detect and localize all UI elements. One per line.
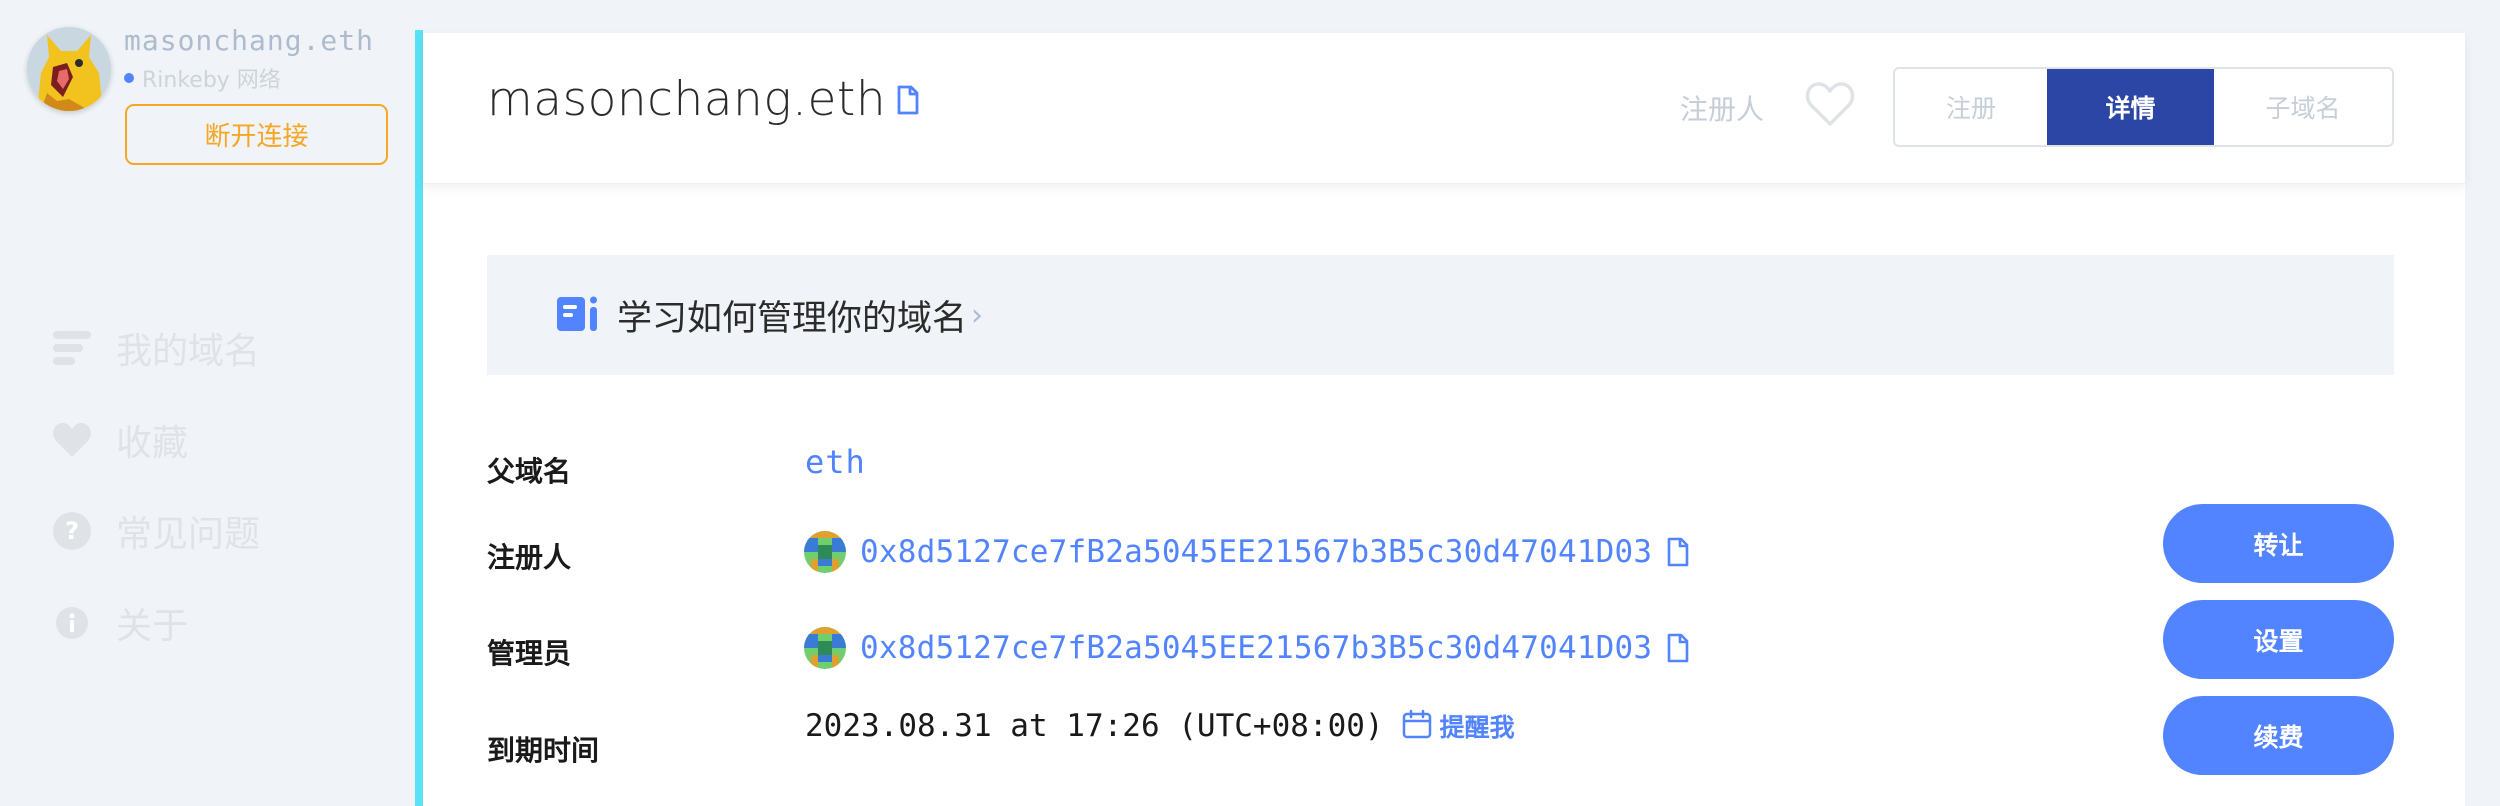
- registrant-address-row: 0x8d5127ce7fB2a5045EE21567b3B5c30d47041D…: [804, 531, 1690, 573]
- question-icon: ?: [52, 511, 92, 551]
- controller-address[interactable]: 0x8d5127ce7fB2a5045EE21567b3B5c30d47041D…: [860, 630, 1652, 666]
- network-status-dot: [124, 73, 134, 83]
- chevron-right-icon: ›: [971, 297, 984, 333]
- registrant-link[interactable]: 注册人: [1680, 88, 1764, 128]
- sidebar-item-label: 收藏: [116, 423, 189, 464]
- favorite-heart-icon[interactable]: [1804, 80, 1856, 132]
- sidebar-item-label: 我的域名: [116, 331, 261, 372]
- tab-subdomains[interactable]: 子域名: [2214, 69, 2392, 145]
- domain-name: masonchang.eth: [487, 72, 887, 127]
- account-name: masonchang.eth: [124, 24, 375, 57]
- address-avatar: [804, 627, 846, 669]
- renew-button[interactable]: 续费: [2163, 696, 2394, 775]
- expiry-date: 2023.08.31 at 17:26 (UTC+08:00): [805, 708, 1384, 744]
- remind-me-button[interactable]: 提醒我: [1402, 708, 1515, 744]
- registrant-address[interactable]: 0x8d5127ce7fB2a5045EE21567b3B5c30d47041D…: [860, 534, 1652, 570]
- info-icon: [52, 603, 92, 643]
- expiry-row: 2023.08.31 at 17:26 (UTC+08:00) 提醒我: [805, 708, 1515, 744]
- list-icon: [52, 328, 92, 368]
- heart-icon: [52, 420, 92, 460]
- sidebar-item-my-names[interactable]: 我的域名: [52, 322, 260, 374]
- copy-icon[interactable]: [1666, 633, 1690, 663]
- tab-details[interactable]: 详情: [2047, 69, 2214, 145]
- copy-icon[interactable]: [896, 72, 920, 127]
- address-avatar: [804, 531, 846, 573]
- disconnect-button[interactable]: 断开连接: [125, 104, 388, 165]
- content-accent-bar: [415, 30, 423, 806]
- set-controller-button[interactable]: 设置: [2163, 600, 2394, 679]
- controller-address-row: 0x8d5127ce7fB2a5045EE21567b3B5c30d47041D…: [804, 627, 1690, 669]
- learn-banner-text: 学习如何管理你的域名: [617, 298, 968, 339]
- parent-label: 父域名: [487, 455, 572, 488]
- expiry-label: 到期时间: [487, 734, 600, 767]
- transfer-button[interactable]: 转让: [2163, 504, 2394, 583]
- sidebar-item-favorites[interactable]: 收藏: [52, 414, 188, 466]
- learn-manage-banner[interactable]: 学习如何管理你的域名 ›: [487, 255, 2394, 375]
- sidebar-item-label: 关于: [116, 606, 189, 647]
- account-avatar[interactable]: [27, 27, 111, 111]
- network-label: Rinkeby 网络: [142, 68, 281, 93]
- page-title: masonchang.eth: [487, 72, 920, 127]
- registrant-label: 注册人: [487, 541, 572, 574]
- svg-text:?: ?: [65, 517, 79, 545]
- controller-label: 管理员: [487, 637, 572, 670]
- network-indicator: Rinkeby 网络: [124, 62, 281, 94]
- book-icon: [557, 295, 601, 335]
- parent-domain-link[interactable]: eth: [805, 443, 866, 481]
- tab-register[interactable]: 注册: [1895, 69, 2047, 145]
- domain-tabs: 注册 详情 子域名: [1893, 67, 2394, 147]
- sidebar-item-label: 常见问题: [116, 514, 261, 555]
- sidebar-item-about[interactable]: 关于: [52, 597, 188, 649]
- sidebar-item-faq[interactable]: ? 常见问题: [52, 505, 260, 557]
- copy-icon[interactable]: [1666, 537, 1690, 567]
- remind-me-label: 提醒我: [1439, 713, 1515, 742]
- calendar-icon: [1402, 709, 1432, 743]
